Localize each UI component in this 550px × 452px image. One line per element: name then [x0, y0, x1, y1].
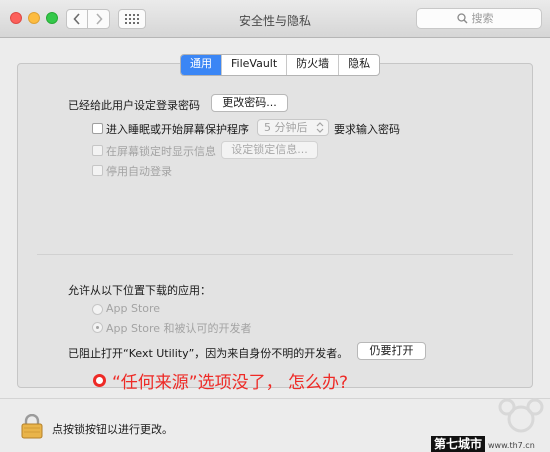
tab-filevault[interactable]: FileVault: [222, 55, 288, 75]
disable-autologin-checkbox[interactable]: [92, 165, 103, 176]
require-password-suffix: 要求输入密码: [334, 123, 400, 136]
change-password-button[interactable]: 更改密码...: [211, 94, 288, 112]
watermark-brand-name: 第七城市: [431, 436, 486, 452]
watermark-brand: 第七城市 www.th7.cn: [431, 434, 535, 452]
lock-message-checkbox[interactable]: [92, 145, 103, 156]
open-anyway-button[interactable]: 仍要打开: [357, 342, 426, 360]
watermark-logo-icon: [498, 398, 544, 433]
downloads-heading: 允许从以下位置下载的应用：: [68, 284, 211, 297]
watermark-url: www.th7.cn: [488, 441, 535, 450]
lock-message-label: 在屏幕锁定时显示信息: [106, 145, 216, 158]
disable-autologin-label: 停用自动登录: [106, 165, 172, 178]
radio-app-store[interactable]: [92, 304, 103, 315]
blocked-app-message: 已阻止打开“Kext Utility”，因为来自身份不明的开发者。: [68, 347, 349, 360]
tab-privacy[interactable]: 隐私: [339, 55, 379, 75]
lock-icon[interactable]: [21, 414, 43, 439]
login-password-label: 已经给此用户设定登录密码: [68, 99, 200, 112]
set-lock-message-button[interactable]: 设定锁定信息...: [221, 141, 318, 159]
chevron-updown-icon: [316, 122, 324, 133]
require-password-delay-value: 5 分钟后: [264, 121, 308, 134]
annotation-text: “任何来源”选项没了， 怎么办?: [112, 373, 349, 393]
require-password-label: 进入睡眠或开始屏幕保护程序: [106, 123, 249, 136]
radio-app-store-label: App Store: [106, 302, 161, 315]
require-password-delay-select[interactable]: 5 分钟后: [257, 119, 329, 136]
lock-instruction-text: 点按锁按钮以进行更改。: [52, 423, 173, 436]
tab-bar: 通用 FileVault 防火墙 隐私: [180, 54, 381, 76]
radio-app-store-identified-label: App Store 和被认可的开发者: [106, 322, 252, 335]
annotation-dot-icon: [93, 374, 106, 387]
radio-app-store-identified[interactable]: [92, 322, 103, 333]
tab-firewall[interactable]: 防火墙: [287, 55, 340, 75]
annotation: “任何来源”选项没了， 怎么办?: [93, 368, 348, 393]
search-field[interactable]: [416, 8, 542, 29]
tab-general[interactable]: 通用: [181, 55, 222, 75]
section-divider: [37, 254, 513, 255]
search-icon: [456, 13, 467, 24]
require-password-checkbox[interactable]: [92, 123, 103, 134]
search-input[interactable]: [467, 12, 502, 25]
title-bar: 安全性与隐私: [0, 0, 550, 38]
